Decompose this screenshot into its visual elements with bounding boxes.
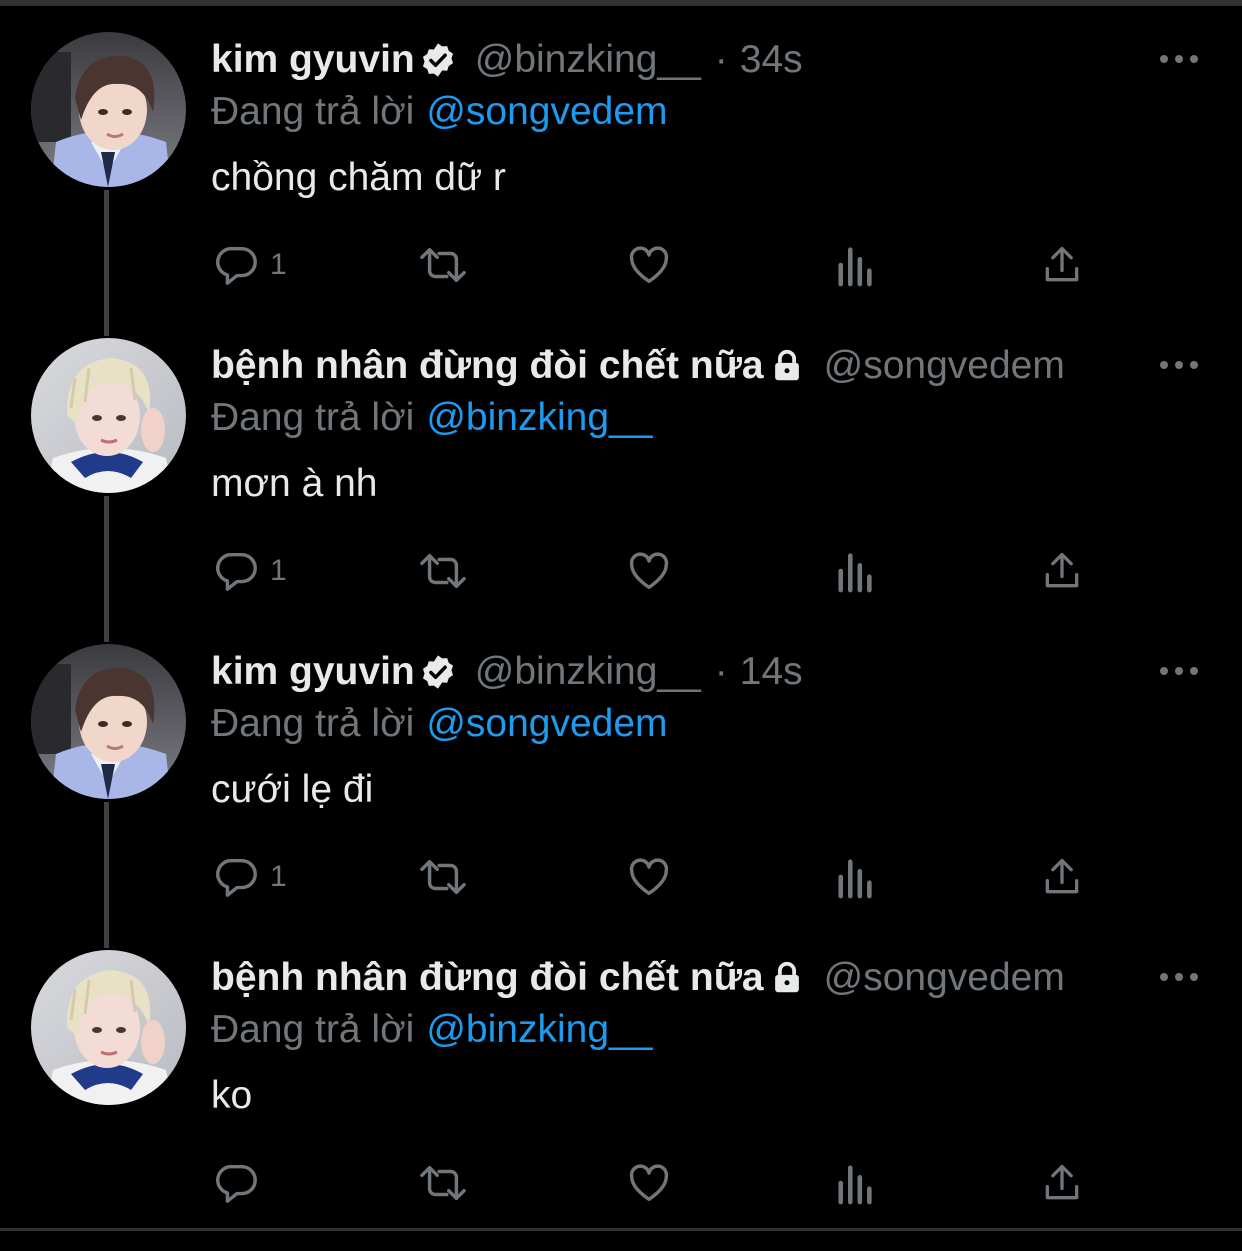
bottom-divider — [0, 1228, 1242, 1231]
reply-button[interactable]: 1 — [214, 536, 287, 606]
user-handle[interactable]: @songvedem — [824, 344, 1065, 388]
share-button[interactable] — [1040, 230, 1084, 300]
display-name[interactable]: kim gyuvin — [211, 38, 415, 82]
separator-dot: · — [714, 650, 728, 693]
mention-link[interactable]: @songvedem — [426, 702, 667, 745]
like-button[interactable] — [626, 230, 672, 300]
like-button[interactable] — [626, 1148, 672, 1218]
action-bar: 1 — [0, 842, 1242, 912]
display-name[interactable]: bệnh nhân đừng đòi chết nữa — [211, 956, 764, 1000]
views-button[interactable] — [835, 230, 877, 300]
mention-link[interactable]: @binzking__ — [426, 1008, 652, 1051]
avatar[interactable] — [31, 338, 186, 493]
tweet[interactable]: kim gyuvin @binzking__ · 14s Đang trả lờ… — [0, 612, 1242, 918]
like-icon — [626, 854, 672, 900]
more-icon[interactable] — [1158, 968, 1200, 986]
tweet-text: cưới lẹ đi — [211, 768, 374, 811]
reply-button[interactable]: 1 — [214, 230, 287, 300]
tweet-header: bệnh nhân đừng đòi chết nữa @songvedem — [211, 948, 1131, 1008]
retweet-button[interactable] — [416, 1148, 470, 1218]
reply-icon — [214, 548, 260, 594]
reply-button[interactable]: 1 — [214, 842, 287, 912]
reply-count: 1 — [270, 554, 287, 587]
mention-link[interactable]: @binzking__ — [426, 396, 652, 439]
display-name[interactable]: bệnh nhân đừng đòi chết nữa — [211, 344, 764, 388]
action-bar: 1 — [0, 230, 1242, 300]
more-icon[interactable] — [1158, 50, 1200, 68]
more-icon[interactable] — [1158, 662, 1200, 680]
views-icon — [835, 242, 877, 288]
retweet-button[interactable] — [416, 536, 470, 606]
views-icon — [835, 548, 877, 594]
retweet-icon — [416, 1160, 470, 1206]
views-button[interactable] — [835, 1148, 877, 1218]
timestamp[interactable]: 14s — [740, 650, 803, 694]
views-icon — [835, 1160, 877, 1206]
share-icon — [1040, 1160, 1084, 1206]
reply-icon — [214, 854, 260, 900]
more-icon[interactable] — [1158, 356, 1200, 374]
avatar[interactable] — [31, 32, 186, 187]
reply-icon — [214, 242, 260, 288]
share-icon — [1040, 854, 1084, 900]
action-bar — [0, 1148, 1242, 1218]
tweet-header: kim gyuvin @binzking__ · 14s — [211, 642, 1131, 702]
retweet-icon — [416, 548, 470, 594]
retweet-icon — [416, 242, 470, 288]
verified-icon — [419, 653, 457, 691]
replying-to: Đang trả lời @songvedem — [211, 86, 668, 138]
retweet-button[interactable] — [416, 842, 470, 912]
replying-to-label: Đang trả lời — [211, 1008, 415, 1051]
user-handle[interactable]: @songvedem — [824, 956, 1065, 1000]
tweet[interactable]: bệnh nhân đừng đòi chết nữa @songvedem Đ… — [0, 918, 1242, 1224]
like-icon — [626, 548, 672, 594]
replying-to-label: Đang trả lời — [211, 702, 415, 745]
reply-count: 1 — [270, 860, 287, 893]
avatar[interactable] — [31, 950, 186, 1105]
reply-count: 1 — [270, 248, 287, 281]
reply-icon — [214, 1160, 260, 1206]
separator-dot: · — [714, 38, 728, 81]
timestamp[interactable]: 34s — [740, 38, 803, 82]
tweet[interactable]: kim gyuvin @binzking__ · 34s Đang trả lờ… — [0, 0, 1242, 306]
display-name[interactable]: kim gyuvin — [211, 650, 415, 694]
like-icon — [626, 1160, 672, 1206]
like-icon — [626, 242, 672, 288]
like-button[interactable] — [626, 536, 672, 606]
action-bar: 1 — [0, 536, 1242, 606]
views-icon — [835, 854, 877, 900]
views-button[interactable] — [835, 842, 877, 912]
share-icon — [1040, 548, 1084, 594]
replying-to-label: Đang trả lời — [211, 396, 415, 439]
share-icon — [1040, 242, 1084, 288]
share-button[interactable] — [1040, 536, 1084, 606]
verified-icon — [419, 41, 457, 79]
mention-link[interactable]: @songvedem — [426, 90, 667, 133]
user-handle[interactable]: @binzking__ — [475, 38, 701, 82]
retweet-button[interactable] — [416, 230, 470, 300]
reply-button[interactable] — [214, 1148, 270, 1218]
retweet-icon — [416, 854, 470, 900]
tweet-header: kim gyuvin @binzking__ · 34s — [211, 30, 1131, 90]
replying-to-label: Đang trả lời — [211, 90, 415, 133]
like-button[interactable] — [626, 842, 672, 912]
tweet[interactable]: bệnh nhân đừng đòi chết nữa @songvedem Đ… — [0, 306, 1242, 612]
share-button[interactable] — [1040, 1148, 1084, 1218]
replying-to: Đang trả lời @binzking__ — [211, 1004, 652, 1056]
avatar[interactable] — [31, 644, 186, 799]
lock-icon — [768, 347, 806, 385]
lock-icon — [768, 959, 806, 997]
tweet-text: chồng chăm dữ r — [211, 156, 506, 199]
tweet-header: bệnh nhân đừng đòi chết nữa @songvedem — [211, 336, 1131, 396]
replying-to: Đang trả lời @songvedem — [211, 698, 668, 750]
tweet-text: ko — [211, 1074, 253, 1117]
replying-to: Đang trả lời @binzking__ — [211, 392, 652, 444]
tweet-text: mơn à nh — [211, 462, 378, 505]
share-button[interactable] — [1040, 842, 1084, 912]
user-handle[interactable]: @binzking__ — [475, 650, 701, 694]
views-button[interactable] — [835, 536, 877, 606]
